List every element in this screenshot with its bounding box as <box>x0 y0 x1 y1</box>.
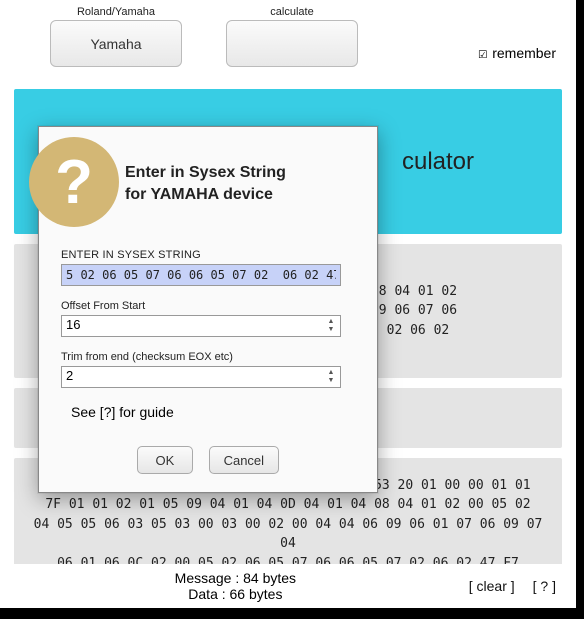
stepper-icon: ▲▼ <box>324 317 338 335</box>
stepper-icon: ▲▼ <box>324 368 338 386</box>
brand-selector-label: Roland/Yamaha <box>50 6 182 18</box>
cancel-button[interactable]: Cancel <box>209 446 279 474</box>
offset-label: Offset From Start <box>61 300 355 312</box>
calculate-label: calculate <box>226 6 358 18</box>
data-bytes: Data : 66 bytes <box>20 586 451 602</box>
remember-label: remember <box>492 45 556 61</box>
message-bytes: Message : 84 bytes <box>20 570 451 586</box>
dialog-title: Enter in Sysex String for YAMAHA device <box>125 162 286 205</box>
offset-stepper[interactable]: 16 ▲▼ <box>61 315 341 337</box>
help-link[interactable]: [ ? ] <box>533 578 556 594</box>
trim-label: Trim from end (checksum EOX etc) <box>61 351 355 363</box>
brand-selector-button[interactable]: Yamaha <box>50 20 182 67</box>
sysex-input[interactable] <box>61 264 341 286</box>
calculate-button[interactable] <box>226 20 358 67</box>
clear-link[interactable]: [ clear ] <box>469 578 515 594</box>
guide-text: See [?] for guide <box>71 404 355 420</box>
ok-button[interactable]: OK <box>137 446 193 474</box>
sysex-input-label: ENTER IN SYSEX STRING <box>61 249 355 261</box>
remember-checkbox[interactable]: ☑ <box>478 44 487 62</box>
page-title-fragment: culator <box>402 148 474 176</box>
trim-stepper[interactable]: 2 ▲▼ <box>61 366 341 388</box>
question-icon: ? <box>29 137 119 227</box>
sysex-dialog: ? Enter in Sysex String for YAMAHA devic… <box>38 126 378 493</box>
